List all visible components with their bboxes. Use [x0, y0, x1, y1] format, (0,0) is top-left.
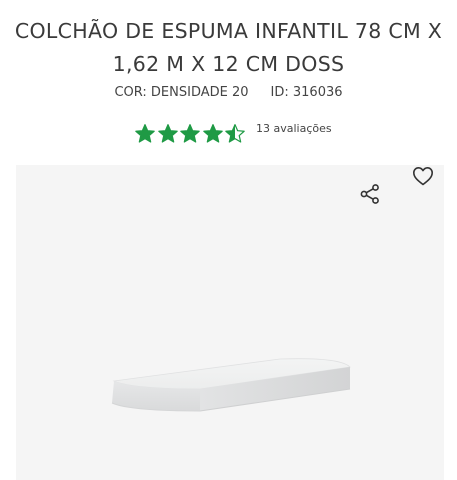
share-button[interactable] — [356, 180, 384, 208]
star-icon — [135, 124, 155, 143]
star-icon — [180, 124, 200, 143]
product-meta: COR: DENSIDADE 20 ID: 316036 — [0, 84, 457, 102]
product-title: COLCHÃO DE ESPUMA INFANTIL 78 CM X 1,62 … — [14, 19, 443, 76]
star-row — [134, 123, 247, 145]
product-color: COR: DENSIDADE 20 — [114, 85, 249, 100]
star-icon — [225, 124, 245, 143]
star-icon — [157, 124, 178, 143]
product-gallery[interactable] — [16, 165, 444, 480]
star-icon — [202, 124, 223, 143]
product-page: COLCHÃO DE ESPUMA INFANTIL 78 CM X 1,62 … — [0, 0, 457, 480]
mattress-image — [111, 358, 351, 412]
share-icon — [360, 184, 379, 204]
heart-icon — [413, 167, 433, 186]
rating-count[interactable]: 13 avaliações — [256, 122, 332, 136]
favorite-button[interactable] — [409, 162, 437, 190]
product-id: ID: 316036 — [270, 85, 343, 100]
rating-stars[interactable] — [134, 121, 247, 147]
